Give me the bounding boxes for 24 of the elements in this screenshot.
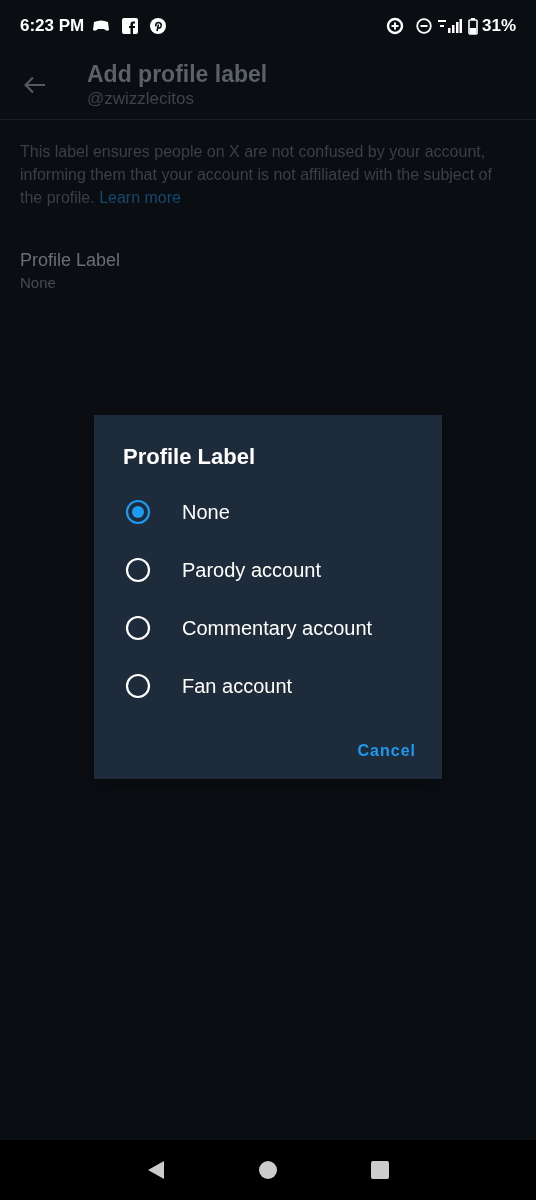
status-time: 6:23 PM: [20, 15, 85, 38]
dialog-title: Profile Label: [123, 443, 257, 471]
radio-button[interactable]: [125, 499, 151, 525]
option-label[interactable]: None: [182, 497, 230, 527]
recents-icon[interactable]: [371, 1161, 390, 1179]
data-saver-icon: [385, 17, 404, 35]
game-controller-icon: [92, 18, 111, 34]
back-arrow-icon[interactable]: [24, 76, 46, 94]
do-not-disturb-icon: [415, 18, 432, 34]
page-title: Add profile label: [87, 60, 268, 88]
facebook-icon: [122, 18, 139, 34]
option-label[interactable]: Parody account: [182, 555, 321, 585]
setting-value: None: [20, 273, 57, 293]
battery-percent: 31%: [481, 15, 516, 38]
pinterest-icon: [150, 18, 167, 34]
lte-signal-icon: [437, 18, 462, 34]
back-icon[interactable]: [146, 1160, 165, 1180]
battery-icon: [467, 17, 478, 35]
home-icon[interactable]: [258, 1160, 278, 1180]
cancel-button[interactable]: Cancel: [355, 735, 418, 767]
option-label[interactable]: Fan account: [182, 671, 293, 701]
option-label[interactable]: Commentary account: [182, 613, 373, 643]
setting-label[interactable]: Profile Label: [20, 247, 516, 273]
account-handle: @zwizzlecitos: [87, 88, 195, 110]
